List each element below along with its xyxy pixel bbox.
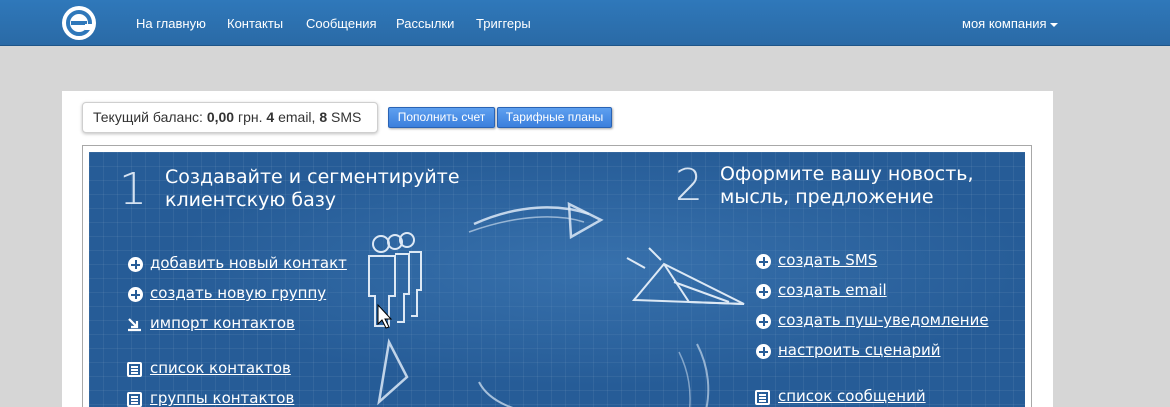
step-2-title-line1: Оформите вашу новость, [720,163,974,185]
list-icon [755,390,770,405]
nav-messages[interactable]: Сообщения [306,16,377,31]
paper-plane-icon [626,247,745,305]
caret-down-icon [1049,22,1058,27]
balance-currency: грн. [237,109,263,125]
top-navbar: На главную Контакты Сообщения Рассылки Т… [0,0,1170,46]
step-2-number: 2 [675,160,703,211]
create-push-link[interactable]: создать пуш-уведомление [778,311,989,329]
sms-label: SMS [331,109,362,125]
message-list-link[interactable]: список сообщений [778,387,926,405]
logo-e-icon[interactable] [61,5,97,41]
create-group-link[interactable]: создать новую группу [150,284,326,302]
plus-circle-icon [756,284,771,299]
import-contacts-link[interactable]: импорт контактов [150,314,295,332]
nav-contacts[interactable]: Контакты [227,16,283,31]
contact-groups-link[interactable]: группы контактов [150,389,294,407]
plus-circle-icon [756,344,771,359]
contact-list-link[interactable]: список контактов [150,359,291,377]
step-1-number: 1 [119,164,147,215]
import-arrow-icon [128,318,141,332]
list-icon [127,392,142,407]
blueprint-banner: 1 Создавайте и сегментируйте клиентскую … [89,152,1025,407]
plus-circle-icon [128,287,143,302]
setup-scenario-link[interactable]: настроить сценарий [778,341,940,359]
balance-box: Текущий баланс: 0,00 грн. 4 email, 8 SMS [82,102,378,133]
create-email-link[interactable]: создать email [778,281,887,299]
nav-triggers[interactable]: Триггеры [476,16,531,31]
onboarding-panel: 1 Создавайте и сегментируйте клиентскую … [82,145,1032,407]
list-icon [127,362,142,377]
email-label: email, [278,109,316,125]
nav-home[interactable]: На главную [136,16,206,31]
plus-circle-icon [128,257,143,272]
step-1-title-line2: клиентскую базу [165,189,337,211]
email-count: 4 [266,109,275,125]
plus-circle-icon [756,314,771,329]
sms-count: 8 [319,109,328,125]
nav-mailings[interactable]: Рассылки [396,16,454,31]
add-contact-link[interactable]: добавить новый контакт [150,254,347,272]
company-name: моя компания [962,16,1047,31]
balance-label: Текущий баланс: [93,109,203,125]
company-dropdown[interactable]: моя компания [962,16,1058,31]
balance-amount: 0,00 [206,109,235,125]
topup-button[interactable]: Пополнить счет [388,107,495,128]
main-container: Текущий баланс: 0,00 грн. 4 email, 8 SMS… [62,91,1053,407]
tariff-plans-button[interactable]: Тарифные планы [497,107,612,128]
people-icon [368,232,422,327]
plus-circle-icon [756,254,771,269]
step-2-title-line2: мысль, предложение [720,186,934,208]
create-sms-link[interactable]: создать SMS [778,251,877,269]
step-1-title-line1: Создавайте и сегментируйте [165,166,460,188]
